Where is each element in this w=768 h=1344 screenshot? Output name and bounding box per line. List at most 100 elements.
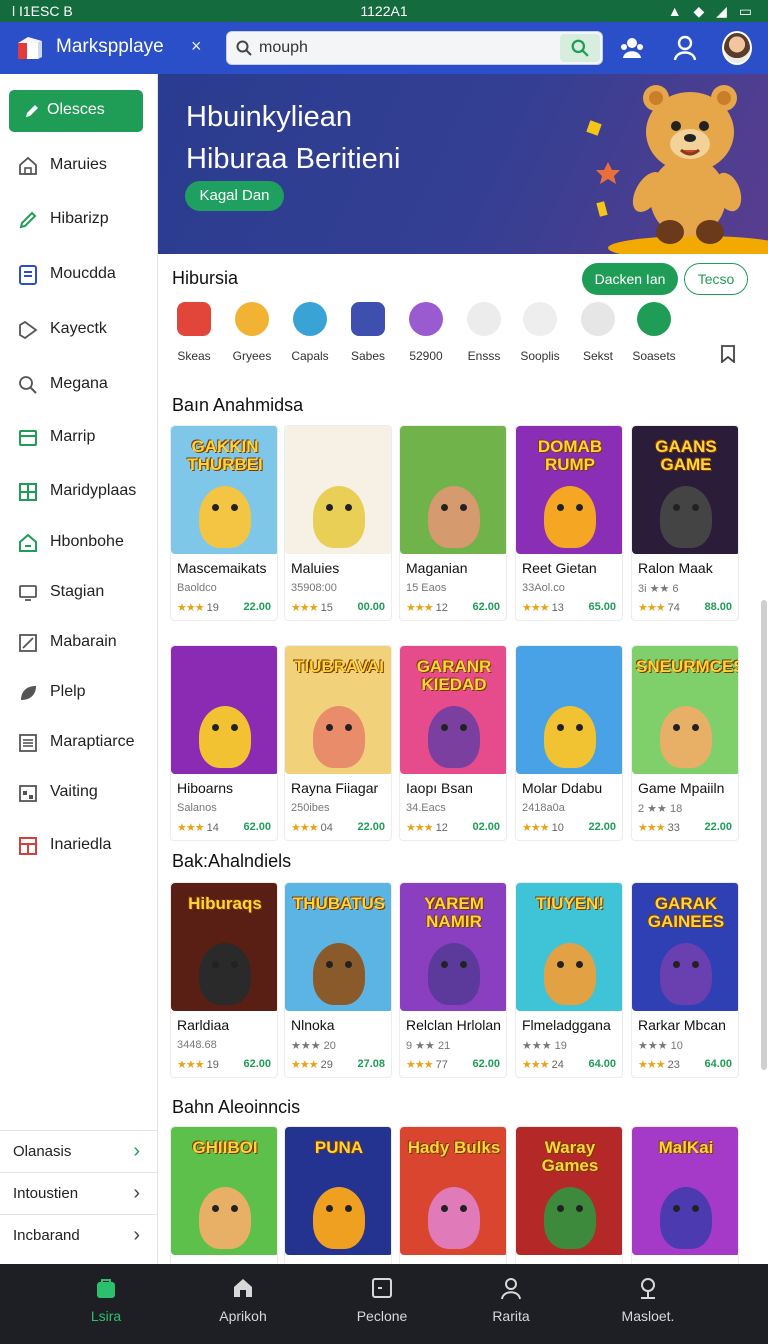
status-bar: l I1ESC B 1122A1 ▲ ◆ ◢ ▭ [0,0,768,22]
nav-item-user[interactable]: Rarita [456,1264,566,1344]
chevron-right-icon: › [133,1224,140,1246]
category-item-3[interactable]: Sabes [342,302,394,366]
game-subtitle: Baoldco [177,582,217,594]
game-mascot-image [313,486,365,548]
game-rating: ★★★ 12 [406,821,448,834]
search-icon [236,40,252,56]
category-item-1[interactable]: Gryees [226,302,278,366]
avatar[interactable] [722,31,752,65]
sidebar-item-6[interactable]: Maridyplaas [0,470,158,514]
game-card[interactable]: Waray Games [515,1126,623,1264]
sidebar-item-4[interactable]: Megana [0,363,158,407]
game-card[interactable]: SNEURMCES Game Mpaiiln 2 ★★ 18 ★★★ 33 22.00 [631,645,739,841]
nav-item-chat[interactable]: Masloet. [593,1264,703,1344]
chevron-right-icon: › [133,1182,140,1204]
game-card[interactable]: Hiboarns Salanos ★★★ 14 62.00 [170,645,278,841]
search-input[interactable] [259,36,549,60]
category-item-2[interactable]: Capals [284,302,336,366]
sidebar-item-12[interactable]: Vaiting [0,771,158,815]
close-tab-button[interactable]: × [191,36,202,57]
game-card[interactable]: PUNA [284,1126,392,1264]
nav-item-store[interactable]: Lsira [51,1264,161,1344]
grid-icon [19,483,37,501]
rating-count: 10 [551,822,564,834]
game-title: Game Mpaiiln [638,780,725,796]
sidebar-item-2[interactable]: Moucdda [0,253,158,297]
sidebar-item-9[interactable]: Mabarain [0,621,158,665]
rating-count: 77 [435,1059,448,1071]
game-card[interactable]: Maganian 15 Eaos ★★★ 12 62.00 [399,425,507,621]
game-rating: ★★★ 10 [522,821,564,834]
game-card[interactable]: DOMAB RUMP Reet Gietan 33Aol.co ★★★ 13 65.00 [515,425,623,621]
category-item-4[interactable]: 52900 [400,302,452,366]
game-subtitle: 35908:00 [291,582,337,594]
category-item-0[interactable]: Skeas [168,302,220,366]
game-rating: ★★★ 29 [291,1058,333,1071]
game-mascot-image [199,706,251,768]
nav-item-home[interactable]: Aprikoh [188,1264,298,1344]
category-filter-primary[interactable]: Dacken Ian [582,263,678,295]
game-card[interactable]: GAANS GAME Ralon Maak 3i ★★ 6 ★★★ 74 88.00 [631,425,739,621]
scrollbar[interactable] [761,600,767,1070]
sidebar-bottom-link-2[interactable]: Incbarand › [0,1214,158,1256]
sidebar-item-0[interactable]: Maruies [0,144,158,188]
category-item-6[interactable]: Sooplis [514,302,566,366]
game-card[interactable]: Hady Bulks [399,1126,507,1264]
sidebar-bottom-link-1[interactable]: Intoustien › [0,1172,158,1214]
game-thumbnail: PUNA [285,1127,391,1255]
game-card[interactable]: TIUBRAVAI Rayna Fiiagar 250ibes ★★★ 04 22.00 [284,645,392,841]
house-icon [19,533,37,552]
rating-count: 74 [667,602,680,614]
star-rating-icon: ★★★ [638,1059,666,1071]
calendar-icon [19,785,37,802]
category-item-8[interactable]: Soasets [628,302,680,366]
sidebar-primary-button[interactable]: Olesces [9,90,143,132]
sidebar-item-3[interactable]: Kayectk [0,308,158,352]
star-rating-icon: ★★★ [406,1059,434,1071]
game-rating: ★★★ 19 [177,1058,219,1071]
sidebar-bottom-link-0[interactable]: Olanasis › [0,1130,158,1172]
bookmark-icon[interactable] [720,345,736,363]
game-card[interactable]: YAREM NAMIR Relclan Hrlolan 9 ★★ 21 ★★★ 77 6… [399,882,507,1078]
game-thumbnail: THUBATUS [285,883,391,1011]
rating-count: 24 [551,1059,564,1071]
game-price: 62.00 [243,821,271,833]
game-mascot-image [313,943,365,1005]
game-card[interactable]: TIUYEN! Flmeladggana ★★★ 19 ★★★ 24 64.00 [515,882,623,1078]
game-card[interactable]: GHIIBOI [170,1126,278,1264]
game-card[interactable]: GARANR KIEDAD Iaopı Bsan 34.Eacs ★★★ 12 02.0… [399,645,507,841]
leaf-icon [21,686,36,700]
sidebar-item-10[interactable]: Plelp [0,671,158,715]
category-item-7[interactable]: Sekst [572,302,624,366]
sidebar-item-1[interactable]: Hibarizp [0,198,158,242]
game-price: 00.00 [357,601,385,613]
hero-cta-button[interactable]: Kagal Dan [185,181,284,211]
sidebar-item-7[interactable]: Hbonbohe [0,521,158,565]
game-thumbnail-title: Waray Games [541,1138,599,1175]
star-rating-icon: ★★★ [522,602,550,614]
game-card[interactable]: MalKai [631,1126,739,1264]
game-thumbnail: SNEURMCES [632,646,738,774]
sidebar-item-8[interactable]: Stagian [0,571,158,615]
game-title: Maganian [406,560,468,576]
game-card[interactable]: Molar Ddabu 2418a0a ★★★ 10 22.00 [515,645,623,841]
game-card[interactable]: THUBATUS Nlnoka ★★★ 20 ★★★ 29 27.08 [284,882,392,1078]
sidebar-item-11[interactable]: Maraptiarce [0,721,158,765]
search-submit-button[interactable] [560,34,600,62]
game-thumbnail: GHIIBOI [171,1127,277,1255]
sidebar-item-5[interactable]: Marrip [0,416,158,460]
nav-item-screen[interactable]: Peclone [327,1264,437,1344]
profile-icon[interactable] [671,34,699,62]
game-title: Nlnoka [291,1017,335,1033]
game-thumbnail: GAKKIN THURBEI [171,426,277,554]
category-item-5[interactable]: Ensss [458,302,510,366]
game-card[interactable]: Hiburaqs Rarldiaa 3448.68 ★★★ 19 62.00 [170,882,278,1078]
sidebar-item-13[interactable]: Inariedla [0,824,158,868]
category-filter-secondary[interactable]: Tecso [684,263,748,295]
game-price: 27.08 [357,1058,385,1070]
game-card[interactable]: GAKKIN THURBEI Mascemaikats Baoldco ★★★ 19 2… [170,425,278,621]
game-card[interactable]: GARAK GAINEES Rarkar Mbcan ★★★ 10 ★★★ 23 64.… [631,882,739,1078]
game-card[interactable]: Maluies 35908:00 ★★★ 15 00.00 [284,425,392,621]
community-icon[interactable] [618,34,646,62]
status-right: ▲ ◆ ◢ ▭ [667,3,756,19]
